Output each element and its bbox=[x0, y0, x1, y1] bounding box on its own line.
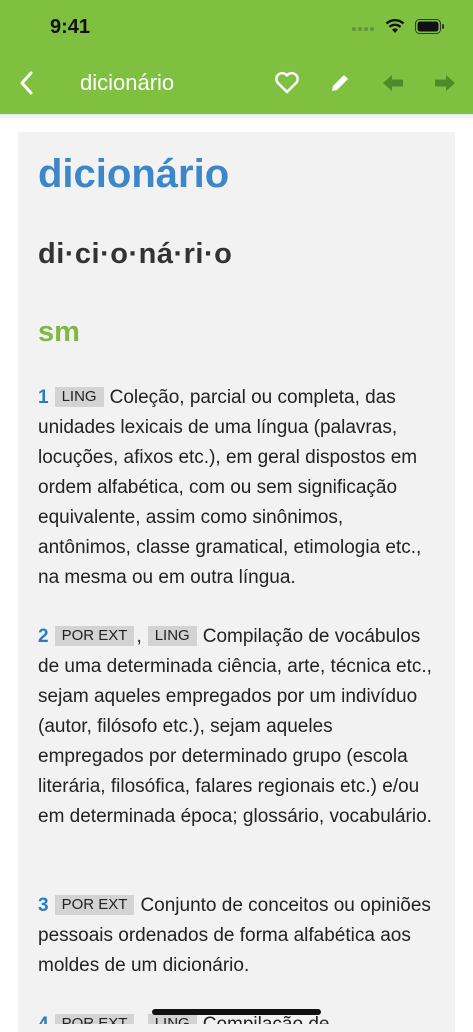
next-button[interactable] bbox=[428, 66, 462, 100]
edit-button[interactable] bbox=[323, 66, 357, 100]
arrow-left-icon bbox=[383, 75, 403, 91]
battery-icon bbox=[415, 18, 444, 34]
definition-text: Coleção, parcial ou completa, das unidad… bbox=[38, 387, 422, 588]
definition-3: 3 POR EXT Conjunto de conceitos ou opiniõe… bbox=[38, 891, 438, 981]
chevron-left-icon bbox=[20, 71, 33, 95]
signal-icon bbox=[352, 27, 374, 31]
definition-text: Compilação de vocábulos de uma determina… bbox=[38, 626, 432, 827]
syllabification: di·ci·o·ná·ri·o bbox=[38, 238, 233, 270]
header-shadow bbox=[0, 114, 473, 120]
home-indicator[interactable] bbox=[152, 1009, 321, 1015]
definition-number: 4 bbox=[38, 1014, 49, 1024]
usage-tag: POR EXT bbox=[54, 626, 135, 646]
app-header: 9:41 dicionário bbox=[0, 0, 473, 114]
definition-number: 1 bbox=[38, 387, 49, 408]
wifi-icon bbox=[385, 19, 405, 33]
usage-tag: LING bbox=[147, 626, 197, 646]
definition-number: 3 bbox=[38, 895, 49, 916]
back-button[interactable] bbox=[14, 66, 44, 100]
pencil-icon bbox=[332, 75, 348, 91]
heart-icon bbox=[275, 71, 299, 94]
usage-tag: POR EXT bbox=[54, 1014, 135, 1024]
nav-bar: dicionário bbox=[0, 60, 473, 106]
favorite-button[interactable] bbox=[270, 66, 304, 100]
previous-button[interactable] bbox=[376, 66, 410, 100]
headword: dicionário bbox=[38, 152, 230, 196]
usage-tag: LING bbox=[54, 387, 104, 407]
definition-1: 1 LING Coleção, parcial ou completa, das u… bbox=[38, 383, 438, 593]
definition-number: 2 bbox=[38, 626, 49, 647]
arrow-right-icon bbox=[435, 75, 455, 91]
part-of-speech: sm bbox=[38, 316, 80, 348]
definition-text: Compilação de bbox=[203, 1014, 330, 1024]
usage-tag: POR EXT bbox=[54, 895, 135, 915]
usage-tag: LING bbox=[147, 1014, 197, 1024]
status-time: 9:41 bbox=[50, 16, 91, 38]
definition-2: 2 POR EXT, LING Compilação de vocábulos de … bbox=[38, 626, 432, 827]
status-icons bbox=[351, 18, 445, 34]
nav-title: dicionário bbox=[80, 70, 175, 95]
